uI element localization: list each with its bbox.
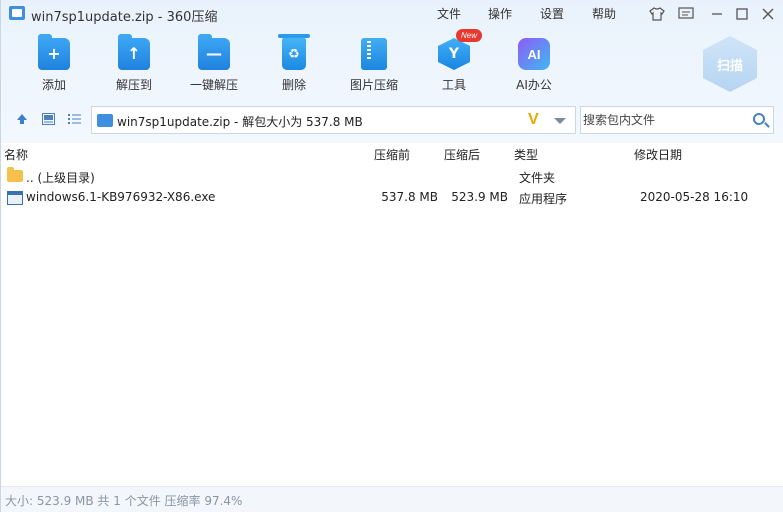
image-compress-label: 图片压缩 bbox=[349, 78, 398, 92]
ai-office-label: AI办公 bbox=[516, 78, 552, 92]
column-name[interactable]: 名称 bbox=[4, 146, 28, 163]
extract-to-label: 解压到 bbox=[115, 78, 152, 92]
up-arrow-icon[interactable] bbox=[15, 112, 29, 126]
row-compressed-after: 523.9 MB bbox=[451, 190, 508, 204]
column-compressed-before[interactable]: 压缩前 bbox=[374, 146, 410, 163]
toolbar: + 添加 ↑ 解压到 — 一键解压 ♻ 删除 图片压缩 Y 工具 AI AI办公 bbox=[1, 30, 701, 98]
image-compress-icon bbox=[361, 38, 387, 70]
address-text: win7sp1update.zip - 解包大小为 537.8 MB bbox=[117, 115, 363, 129]
list-view-icon[interactable] bbox=[67, 112, 81, 126]
add-button[interactable]: + 添加 bbox=[16, 30, 92, 98]
search-input[interactable] bbox=[583, 110, 743, 130]
window-title: win7sp1update.zip - 360压缩 bbox=[31, 10, 218, 25]
file-list-header: 名称 压缩前 压缩后 类型 修改日期 bbox=[1, 143, 783, 165]
search-icon[interactable] bbox=[753, 113, 765, 125]
status-bar: 大小: 523.9 MB 共 1 个文件 压缩率 97.4% bbox=[1, 486, 783, 512]
app-window: win7sp1update.zip - 360压缩 文件 操作 设置 帮助 + … bbox=[0, 0, 783, 512]
menu-operate[interactable]: 操作 bbox=[488, 5, 512, 22]
row-name: windows6.1-KB976932-X86.exe bbox=[26, 190, 216, 204]
column-type[interactable]: 类型 bbox=[514, 146, 538, 163]
tools-icon: Y bbox=[438, 38, 470, 70]
add-label: 添加 bbox=[41, 78, 66, 92]
search-box[interactable] bbox=[580, 106, 774, 134]
menu-file[interactable]: 文件 bbox=[437, 5, 461, 22]
maximize-icon[interactable] bbox=[732, 4, 752, 24]
row-name: .. (上级目录) bbox=[26, 171, 95, 185]
image-compress-button[interactable]: 图片压缩 bbox=[336, 30, 412, 98]
quick-extract-button[interactable]: — 一键解压 bbox=[176, 30, 252, 98]
title-bar: win7sp1update.zip - 360压缩 文件 操作 设置 帮助 bbox=[1, 0, 783, 28]
v-logo-icon[interactable]: V bbox=[528, 111, 539, 129]
address-bar-row: win7sp1update.zip - 解包大小为 537.8 MB V bbox=[1, 104, 783, 134]
scan-label: 扫描 bbox=[716, 58, 743, 74]
tools-button[interactable]: Y 工具 bbox=[416, 30, 492, 98]
new-badge: New bbox=[456, 29, 482, 42]
app-logo-icon bbox=[9, 6, 25, 20]
quick-extract-label: 一键解压 bbox=[189, 78, 238, 92]
row-modified: 2020-05-28 16:10 bbox=[640, 190, 749, 204]
exe-file-icon bbox=[7, 191, 23, 205]
row-compressed-before: 537.8 MB bbox=[381, 190, 438, 204]
chevron-down-icon[interactable] bbox=[554, 118, 566, 124]
close-icon[interactable] bbox=[758, 4, 778, 24]
ai-icon: AI bbox=[518, 38, 550, 70]
status-text: 大小: 523.9 MB 共 1 个文件 压缩率 97.4% bbox=[5, 494, 243, 508]
row-type: 文件夹 bbox=[519, 171, 556, 185]
table-row-parent[interactable]: .. (上级目录) 文件夹 bbox=[1, 166, 783, 188]
delete-button[interactable]: ♻ 删除 bbox=[256, 30, 332, 98]
extract-to-button[interactable]: ↑ 解压到 bbox=[96, 30, 172, 98]
column-modified[interactable]: 修改日期 bbox=[634, 146, 682, 163]
table-row-file[interactable]: windows6.1-KB976932-X86.exe 537.8 MB 523… bbox=[1, 187, 783, 209]
tools-label: 工具 bbox=[441, 78, 466, 92]
feedback-icon[interactable] bbox=[676, 4, 696, 24]
shirt-skin-icon[interactable] bbox=[647, 4, 667, 24]
folder-icon bbox=[7, 167, 23, 182]
folder-add-icon: + bbox=[38, 34, 70, 70]
delete-label: 删除 bbox=[281, 78, 306, 92]
zip-file-icon bbox=[97, 114, 113, 127]
menu-help[interactable]: 帮助 bbox=[592, 5, 616, 22]
minimize-icon[interactable] bbox=[707, 4, 727, 24]
recycle-bin-icon: ♻ bbox=[278, 34, 310, 70]
thumbnail-view-icon[interactable] bbox=[41, 112, 55, 126]
address-bar[interactable]: win7sp1update.zip - 解包大小为 537.8 MB V bbox=[91, 106, 576, 134]
folder-quick-extract-icon: — bbox=[198, 34, 230, 70]
column-compressed-after[interactable]: 压缩后 bbox=[444, 146, 480, 163]
ai-icon-text: AI bbox=[527, 46, 541, 62]
row-type: 应用程序 bbox=[519, 192, 568, 206]
menu-settings[interactable]: 设置 bbox=[540, 5, 564, 22]
folder-extract-icon: ↑ bbox=[118, 34, 150, 70]
ai-office-button[interactable]: AI AI办公 bbox=[496, 30, 572, 98]
